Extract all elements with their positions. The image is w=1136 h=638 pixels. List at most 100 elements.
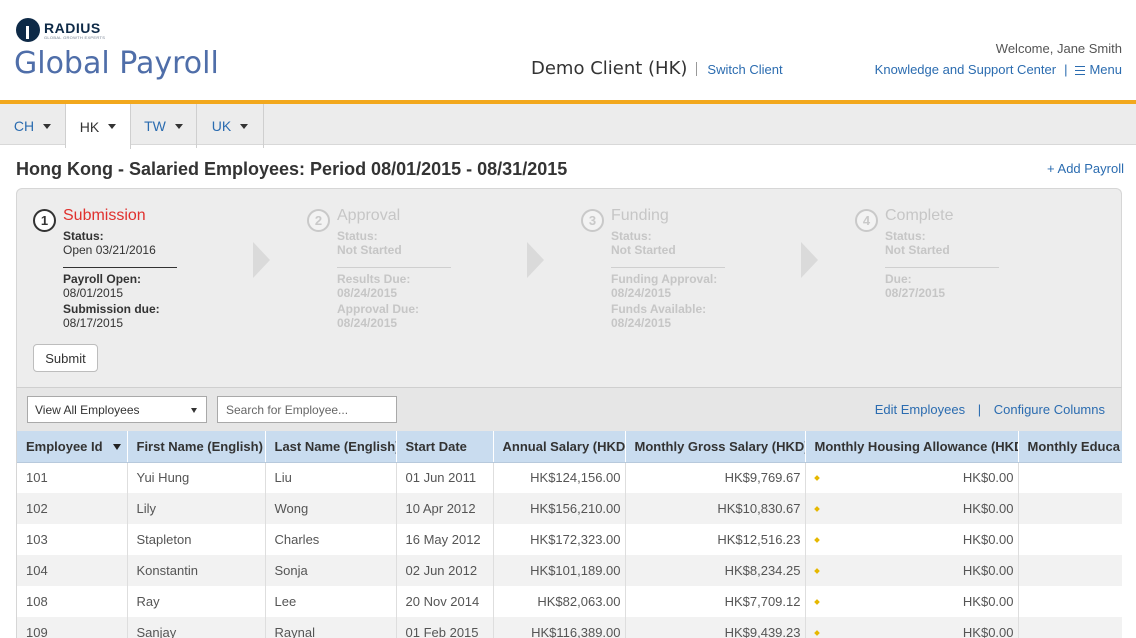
chevron-down-icon [240,123,249,129]
add-payroll-link[interactable]: + Add Payroll [1047,161,1124,176]
monthly-gross-cell: HK$12,516.23 [625,524,806,555]
status-label: Status: [63,229,104,243]
table-row[interactable]: 102 Lily Wong 10 Apr 2012 HK$156,210.00 … [17,493,1122,524]
status-label: Status: [885,229,926,243]
chevron-down-icon [174,123,183,129]
employee-filter-select[interactable]: View All Employees [27,396,207,423]
client-name: Demo Client (HK) [531,58,688,79]
results-due-value: 08/24/2015 [337,286,398,300]
step-arrow-icon [253,242,270,278]
step-title: Funding [611,207,669,224]
menu-button[interactable]: Menu [1075,62,1122,77]
step-number: 4 [855,209,878,232]
col-start-date[interactable]: Start Date [396,431,494,463]
step-divider [611,267,725,268]
last-name-cell: Raynal [265,617,397,638]
start-date-cell: 01 Jun 2011 [396,462,494,493]
tab-tw[interactable]: TW [131,104,197,148]
col-employee-id[interactable]: Employee Id [17,431,128,463]
tab-uk[interactable]: UK [197,104,264,148]
table-row[interactable]: 109 Sanjay Raynal 01 Feb 2015 HK$116,389… [17,617,1122,638]
sort-desc-icon[interactable] [112,444,121,451]
last-name-cell: Liu [265,462,397,493]
housing-allowance-cell[interactable]: HK$0.00 [805,617,1019,638]
hamburger-icon [1075,66,1086,76]
edit-marker-icon [813,474,820,481]
status-label: Status: [337,229,378,243]
col-monthly-education[interactable]: Monthly Educa [1018,431,1122,463]
logo-tagline: GLOBAL GROWTH EXPERTS [44,34,106,40]
education-cell [1018,493,1122,524]
education-cell [1018,524,1122,555]
last-name-cell: Sonja [265,555,397,586]
funds-available-value: 08/24/2015 [611,316,672,330]
annual-salary-cell: HK$116,389.00 [493,617,626,638]
step-number: 1 [33,209,56,232]
housing-allowance-cell[interactable]: HK$0.00 [805,462,1019,493]
status-value: Not Started [337,243,402,257]
logo-name: RADIUS [44,19,101,36]
annual-salary-cell: HK$101,189.00 [493,555,626,586]
start-date-cell: 02 Jun 2012 [396,555,494,586]
step-divider [885,267,999,268]
table-header-row: Employee Id First Name (English) Last Na… [17,431,1122,463]
edit-marker-icon [813,629,820,636]
funds-available-label: Funds Available: [611,302,707,316]
education-cell [1018,617,1122,638]
edit-employees-link[interactable]: Edit Employees [875,402,965,417]
step-divider [63,267,177,268]
radius-logo[interactable]: RADIUS GLOBAL GROWTH EXPERTS [16,18,105,42]
col-monthly-gross-salary[interactable]: Monthly Gross Salary (HKD) [625,431,806,463]
tab-hk[interactable]: HK [66,104,131,149]
last-name-cell: Lee [265,586,397,617]
education-cell [1018,462,1122,493]
switch-client-link[interactable]: Switch Client [707,62,782,77]
menu-label: Menu [1089,62,1122,77]
col-annual-salary[interactable]: Annual Salary (HKD) [493,431,626,463]
table-row[interactable]: 104 Konstantin Sonja 02 Jun 2012 HK$101,… [17,555,1122,586]
table-row[interactable]: 101 Yui Hung Liu 01 Jun 2011 HK$124,156.… [17,462,1122,493]
table-row[interactable]: 108 Ray Lee 20 Nov 2014 HK$82,063.00 HK$… [17,586,1122,617]
submit-button[interactable]: Submit [33,344,98,372]
step-arrow-icon [801,242,818,278]
step-arrow-icon [527,242,544,278]
housing-allowance-cell[interactable]: HK$0.00 [805,586,1019,617]
housing-allowance-cell[interactable]: HK$0.00 [805,555,1019,586]
status-value: Open 03/21/2016 [63,243,156,257]
app-header: RADIUS GLOBAL GROWTH EXPERTS Global Payr… [0,0,1136,100]
employee-search-input[interactable] [217,396,397,423]
monthly-gross-cell: HK$9,769.67 [625,462,806,493]
employee-id-cell: 102 [17,493,128,524]
monthly-gross-cell: HK$9,439.23 [625,617,806,638]
annual-salary-cell: HK$82,063.00 [493,586,626,617]
tab-label: UK [211,118,232,134]
employee-table-container[interactable]: Employee Id First Name (English) Last Na… [16,431,1122,638]
housing-allowance-cell[interactable]: HK$0.00 [805,524,1019,555]
payroll-workflow-panel: 1 Submission Status: Open 03/21/2016 Pay… [16,188,1122,388]
support-center-link[interactable]: Knowledge and Support Center [875,62,1056,77]
configure-columns-link[interactable]: Configure Columns [994,402,1105,417]
dropdown-arrow-icon [191,408,197,413]
first-name-cell: Stapleton [127,524,266,555]
housing-value: HK$0.00 [962,625,1014,638]
table-row[interactable]: 103 Stapleton Charles 16 May 2012 HK$172… [17,524,1122,555]
housing-allowance-cell[interactable]: HK$0.00 [805,493,1019,524]
step-number: 2 [307,209,330,232]
due-value: 08/27/2015 [885,286,946,300]
tab-ch[interactable]: CH [0,104,66,148]
col-monthly-housing-allowance[interactable]: Monthly Housing Allowance (HKD) [805,431,1019,463]
annual-salary-cell: HK$172,323.00 [493,524,626,555]
funding-approval-value: 08/24/2015 [611,286,672,300]
employee-id-cell: 108 [17,586,128,617]
submission-due-label: Submission due: [63,302,160,316]
step-title: Submission [63,207,146,224]
first-name-cell: Sanjay [127,617,266,638]
tab-label: CH [13,118,35,134]
annual-salary-cell: HK$124,156.00 [493,462,626,493]
col-first-name[interactable]: First Name (English) [127,431,266,463]
status-value: Not Started [885,243,950,257]
edit-marker-icon [813,505,820,512]
education-cell [1018,586,1122,617]
payroll-open-label: Payroll Open: [63,272,142,286]
col-last-name[interactable]: Last Name (English) [265,431,397,463]
